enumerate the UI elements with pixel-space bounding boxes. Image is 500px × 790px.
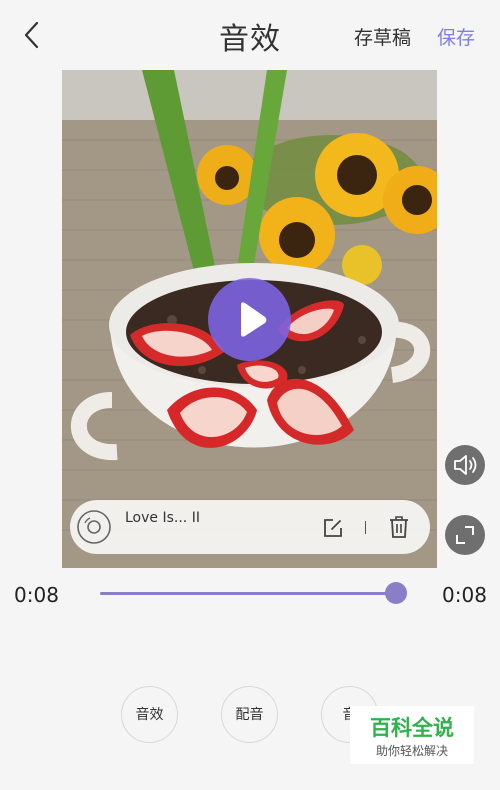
music-track-bar: Love Is... II (70, 500, 430, 554)
music-title: Love Is... II (125, 510, 200, 526)
watermark-subtitle: 助你轻松解决 (375, 744, 448, 758)
watermark-title: 百科全说 (370, 716, 454, 740)
music-disc-icon (76, 509, 112, 545)
progress-track (100, 592, 396, 595)
volume-icon (454, 455, 477, 475)
save-draft-button[interactable]: 存草稿 (354, 23, 411, 50)
progress-thumb[interactable] (385, 582, 407, 604)
divider (365, 521, 366, 534)
top-bar: 音效 存草稿 保存 (0, 0, 500, 70)
dubbing-button[interactable]: 配音 (221, 686, 278, 743)
play-icon (241, 302, 267, 337)
watermark-logo: 百科全说 助你轻松解决 (350, 706, 474, 764)
play-button[interactable] (208, 278, 291, 361)
current-time: 0:08 (14, 583, 59, 607)
edit-icon[interactable] (322, 517, 344, 539)
save-button[interactable]: 保存 (437, 23, 475, 50)
fullscreen-button[interactable] (445, 515, 485, 555)
page-title: 音效 (219, 22, 281, 57)
sound-effect-button[interactable]: 音效 (121, 686, 178, 743)
video-preview[interactable] (62, 70, 437, 568)
trash-icon[interactable] (388, 515, 410, 539)
progress-slider[interactable] (100, 580, 410, 606)
volume-button[interactable] (445, 445, 485, 485)
total-time: 0:08 (442, 583, 487, 607)
fullscreen-icon (456, 526, 474, 544)
